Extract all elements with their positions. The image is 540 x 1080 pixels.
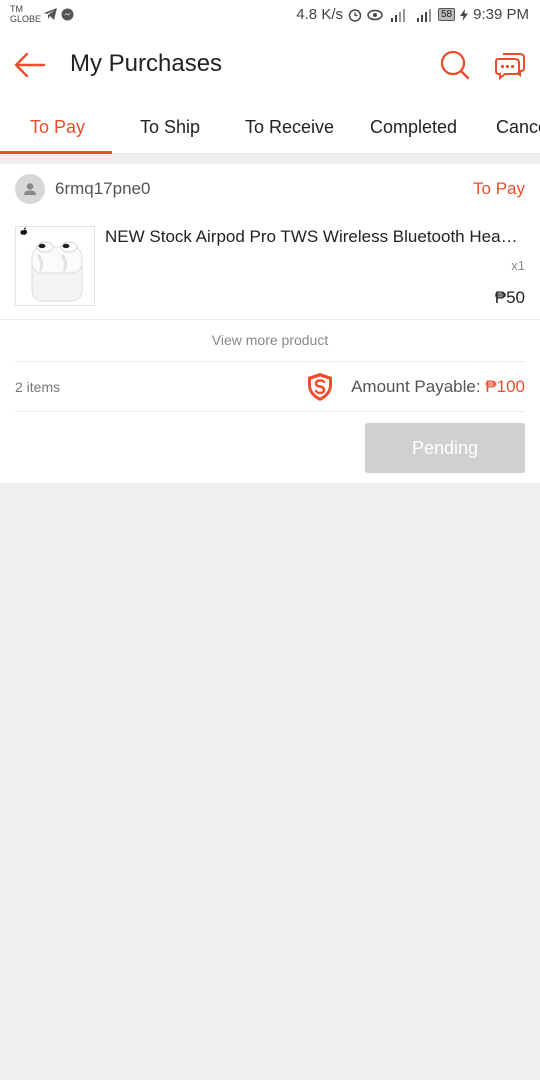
items-count: 2 items (15, 379, 61, 395)
tab-completed[interactable]: Completed (370, 98, 457, 153)
tab-to-receive[interactable]: To Receive (245, 98, 334, 153)
shop-row[interactable]: 6rmq17pne0 To Pay (15, 174, 525, 206)
search-icon[interactable] (440, 50, 470, 80)
page-title: My Purchases (70, 50, 223, 77)
carrier-label: TM GLOBE (10, 4, 42, 24)
alarm-icon (348, 8, 362, 22)
notification-icons (44, 8, 74, 21)
airpods-image (20, 227, 83, 302)
status-bar: TM GLOBE 4.8 K/s 58 9:39 PM (0, 0, 540, 32)
product-image[interactable] (15, 226, 95, 306)
eye-icon (367, 9, 383, 20)
user-icon (24, 183, 36, 195)
clock: 9:39 PM (473, 6, 529, 23)
order-tabs: To Pay To Ship To Receive Completed Canc… (0, 98, 540, 154)
charging-icon (460, 8, 469, 21)
product-quantity: x1 (511, 258, 525, 273)
tab-cancelled[interactable]: Cancelled (496, 98, 540, 153)
amount-payable-value: ₱100 (485, 377, 525, 396)
network-speed: 4.8 K/s (296, 6, 343, 23)
amount-payable: Amount Payable: ₱100 (351, 377, 525, 397)
signal-icon-2 (417, 8, 431, 22)
tab-to-pay[interactable]: To Pay (30, 98, 85, 153)
order-status: To Pay (473, 179, 525, 198)
signal-icon (391, 8, 405, 22)
battery-icon: 58 (438, 8, 456, 21)
chat-icon[interactable] (494, 50, 526, 80)
shop-name: 6rmq17pne0 (55, 179, 151, 198)
divider (15, 361, 525, 362)
divider (15, 411, 525, 412)
tab-to-ship[interactable]: To Ship (140, 98, 200, 153)
shield-icon (308, 373, 332, 401)
amount-payable-label: Amount Payable: (351, 377, 486, 396)
view-more-product-link[interactable]: View more product (0, 319, 540, 361)
product-price: ₱50 (494, 288, 525, 307)
pending-button[interactable]: Pending (365, 423, 525, 473)
app-header: My Purchases (0, 32, 540, 98)
product-name[interactable]: NEW Stock Airpod Pro TWS Wireless Blueto… (105, 227, 525, 247)
back-arrow-icon[interactable] (14, 52, 46, 78)
avatar (15, 174, 45, 204)
status-right: 4.8 K/s 58 9:39 PM (296, 6, 529, 23)
active-tab-indicator (0, 151, 112, 154)
telegram-icon (44, 8, 57, 20)
messenger-icon (61, 8, 74, 21)
order-card[interactable]: 6rmq17pne0 To Pay NEW Stock Airpod Pro T… (0, 164, 540, 483)
